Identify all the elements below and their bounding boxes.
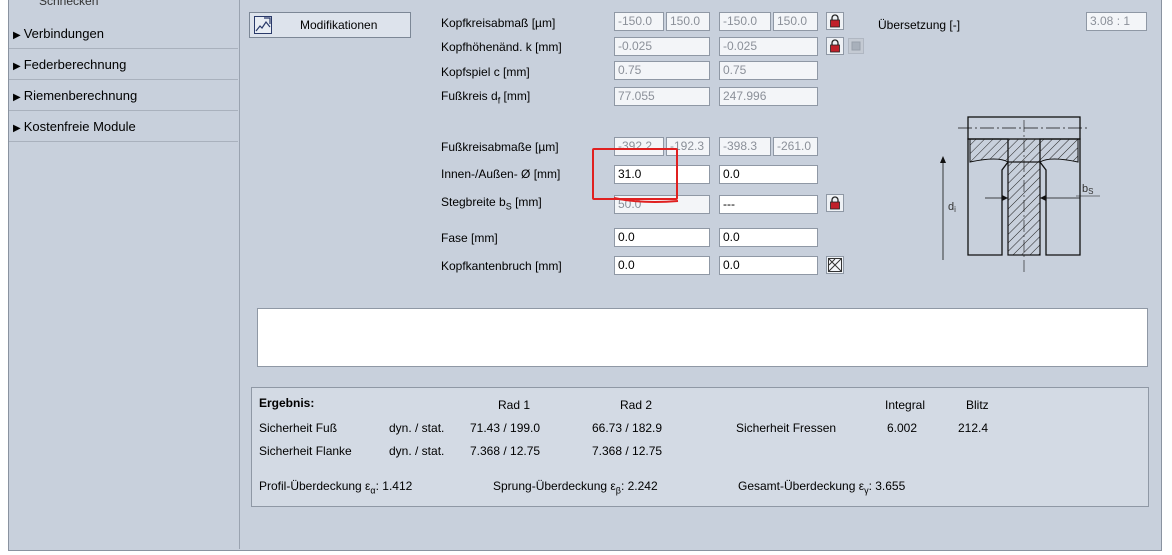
triangle-right-icon: ▶: [13, 61, 21, 72]
result-row2-label: Sicherheit Flanke: [259, 444, 352, 458]
triangle-right-icon: ▶: [13, 123, 21, 134]
label-fusskreisabmasse: Fußkreisabmaße [µm]: [441, 140, 559, 154]
chamfer-icon: [828, 258, 842, 272]
ratio-value[interactable]: 3.08 : 1: [1086, 12, 1147, 31]
result-fressen-blitz: 212.4: [958, 421, 989, 435]
message-area[interactable]: [257, 308, 1148, 367]
label-innen-aussen: Innen-/Außen- Ø [mm]: [441, 167, 561, 181]
annotation-highlight: [592, 148, 678, 200]
result-col-blitz: Blitz: [966, 398, 989, 412]
calculator-icon: [851, 41, 861, 51]
kopfhoehenaend-rad1[interactable]: -0.025: [614, 37, 710, 56]
sidebar-item-kostenfreie-module[interactable]: ▶ Kostenfreie Module: [9, 113, 238, 142]
result-title: Ergebnis:: [259, 396, 315, 410]
disabled-option-button[interactable]: [848, 38, 864, 54]
fase-rad1-input[interactable]: 0.0: [614, 228, 710, 247]
lock-icon: [830, 14, 840, 28]
result-fressen-integral: 6.002: [887, 421, 918, 435]
label-kopfhoehenaend: Kopfhöhenänd. k [mm]: [441, 40, 562, 54]
label-kopfspiel: Kopfspiel c [mm]: [441, 65, 530, 79]
kopfkantenbruch-rad2-input[interactable]: 0.0: [719, 256, 818, 275]
kopfkreisabmass-rad1-max[interactable]: 150.0: [666, 12, 710, 31]
kopfhoehenaend-rad2[interactable]: -0.025: [719, 37, 818, 56]
annotation-stroke: [613, 197, 679, 203]
lock-icon: [830, 39, 840, 53]
result-row2-type: dyn. / stat.: [389, 444, 445, 458]
sidebar-item-label: Riemenberechnung: [23, 88, 138, 103]
modifications-button[interactable]: Modifikationen: [249, 12, 411, 38]
sidebar-item-riemenberechnung[interactable]: ▶ Riemenberechnung: [9, 82, 238, 111]
kopfkantenbruch-option-button[interactable]: [826, 256, 844, 274]
sidebar-item-label: Verbindungen: [23, 26, 104, 41]
svg-text:bS: bS: [1082, 183, 1093, 196]
label-fusskreis: Fußkreis df [mm]: [441, 89, 531, 106]
kopfkreisabmass-rad1-min[interactable]: -150.0: [614, 12, 664, 31]
fase-rad2-input[interactable]: 0.0: [719, 228, 818, 247]
label-stegbreite: Stegbreite bS [mm]: [441, 195, 542, 212]
result-row1-label: Sicherheit Fuß: [259, 421, 338, 435]
innen-aussen-rad2-input[interactable]: 0.0: [719, 165, 818, 184]
kopfspiel-rad1[interactable]: 0.75: [614, 61, 710, 80]
fusskreis-rad1[interactable]: 77.055: [614, 87, 710, 106]
lock-kopfkreisabmass-button[interactable]: [826, 12, 844, 30]
result-profil-ueberdeckung: Profil-Überdeckung εα: 1.412: [259, 479, 413, 496]
sidebar-item-partial[interactable]: Schnecken: [39, 0, 98, 8]
sidebar-item-label: Federberechnung: [23, 57, 127, 72]
gear-cross-section-diagram: di bS: [940, 116, 1100, 275]
gear-profile-icon: [254, 16, 272, 34]
ratio-label: Übersetzung [-]: [878, 18, 961, 32]
kopfkreisabmass-rad2-min[interactable]: -150.0: [719, 12, 771, 31]
lock-kopfhoehenaend-button[interactable]: [826, 37, 844, 55]
modifications-label: Modifikationen: [300, 18, 378, 32]
sidebar-item-label: Kostenfreie Module: [23, 119, 136, 134]
fusskreis-rad2[interactable]: 247.996: [719, 87, 818, 106]
label-kopfkreisabmass: Kopfkreisabmaß [µm]: [441, 16, 556, 30]
lock-stegbreite-button[interactable]: [826, 194, 844, 212]
fusskreisabmasse-rad2-min[interactable]: -398.3: [719, 137, 771, 156]
result-sprung-ueberdeckung: Sprung-Überdeckung εβ: 2.242: [493, 479, 658, 496]
label-fase: Fase [mm]: [441, 231, 498, 245]
result-row2-rad2: 7.368 / 12.75: [592, 444, 663, 458]
result-row2-rad1: 7.368 / 12.75: [470, 444, 541, 458]
kopfspiel-rad2[interactable]: 0.75: [719, 61, 818, 80]
sidebar-item-verbindungen[interactable]: ▶ Verbindungen: [9, 20, 238, 49]
lock-icon: [830, 196, 840, 210]
fusskreisabmasse-rad2-max[interactable]: -261.0: [773, 137, 818, 156]
result-row1-type: dyn. / stat.: [389, 421, 445, 435]
result-row1-rad2: 66.73 / 182.9: [592, 421, 663, 435]
result-col-rad2: Rad 2: [620, 398, 653, 412]
result-gesamt-ueberdeckung: Gesamt-Überdeckung εγ: 3.655: [738, 479, 906, 496]
stegbreite-rad2[interactable]: ---: [719, 195, 818, 214]
result-fressen-label: Sicherheit Fressen: [736, 421, 837, 435]
triangle-right-icon: ▶: [13, 92, 21, 103]
label-kopfkantenbruch: Kopfkantenbruch [mm]: [441, 259, 562, 273]
sidebar-item-federberechnung[interactable]: ▶ Federberechnung: [9, 51, 238, 80]
kopfkreisabmass-rad2-max[interactable]: 150.0: [773, 12, 818, 31]
result-col-rad1: Rad 1: [498, 398, 531, 412]
triangle-right-icon: ▶: [13, 30, 21, 41]
kopfkantenbruch-rad1-input[interactable]: 0.0: [614, 256, 710, 275]
result-col-integral: Integral: [885, 398, 926, 412]
svg-text:di: di: [948, 201, 956, 214]
result-row1-rad1: 71.43 / 199.0: [470, 421, 541, 435]
